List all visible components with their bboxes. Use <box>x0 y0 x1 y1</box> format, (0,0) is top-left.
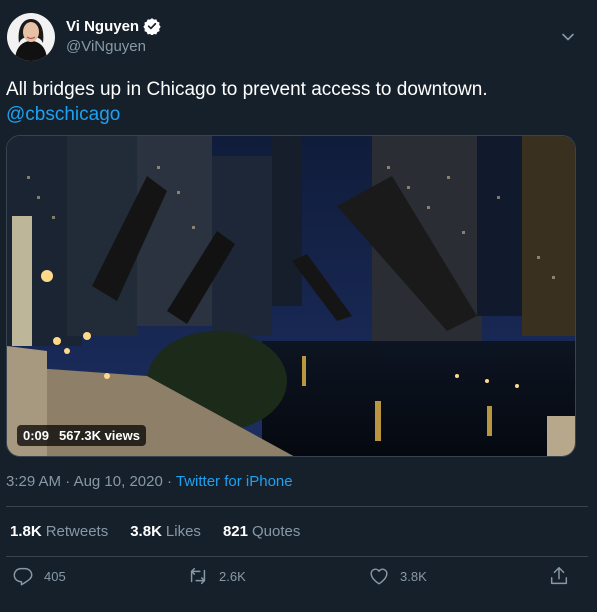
video-badge: 0:09 567.3K views <box>17 425 146 446</box>
author-handle[interactable]: @ViNguyen <box>66 38 146 55</box>
avatar[interactable] <box>7 13 55 61</box>
divider-bottom <box>6 556 588 557</box>
video-views: 567.3K views <box>59 428 140 443</box>
reply-count: 405 <box>44 568 66 584</box>
reply-icon <box>13 567 33 586</box>
share-icon <box>550 567 568 585</box>
tweet-text: All bridges up in Chicago to prevent acc… <box>6 79 488 100</box>
chevron-down-icon[interactable] <box>561 30 575 44</box>
video-frame <box>7 136 575 456</box>
verified-badge-icon <box>143 17 161 36</box>
like-button[interactable]: 3.8K <box>368 565 427 587</box>
author-name-text: Vi Nguyen <box>66 17 140 35</box>
tweet-date[interactable]: Aug 10, 2020 <box>74 473 163 490</box>
retweet-button[interactable]: 2.6K <box>187 565 246 587</box>
author-name[interactable]: Vi Nguyen <box>66 17 161 36</box>
heart-icon <box>370 568 388 585</box>
retweets-count: 1.8K <box>10 523 42 540</box>
meta-separator-2: · <box>162 473 176 490</box>
tweet-meta: 3:29 AM · Aug 10, 2020 · Twitter for iPh… <box>6 473 293 490</box>
tweet-actions: 405 2.6K 3.8K <box>0 565 597 597</box>
retweets-label: Retweets <box>45 523 109 540</box>
divider-top <box>6 506 588 507</box>
reply-button[interactable]: 405 <box>12 565 66 587</box>
retweets-stat[interactable]: 1.8K Retweets <box>10 523 108 540</box>
tweet-stats: 1.8K Retweets 3.8K Likes 821 Quotes <box>10 523 300 540</box>
likes-stat[interactable]: 3.8K Likes <box>130 523 201 540</box>
meta-separator: · <box>61 473 74 490</box>
quotes-stat[interactable]: 821 Quotes <box>223 523 300 540</box>
quotes-count: 821 <box>222 523 248 540</box>
mention-link[interactable]: @cbschicago <box>6 103 120 127</box>
video-duration: 0:09 <box>23 428 50 443</box>
video-player[interactable]: 0:09 567.3K views <box>6 135 576 457</box>
share-button[interactable] <box>548 565 570 587</box>
likes-label: Likes <box>165 523 201 540</box>
tweet-header: Vi Nguyen @ViNguyen <box>0 0 597 72</box>
like-count: 3.8K <box>400 568 427 584</box>
tweet-time[interactable]: 3:29 AM <box>6 473 61 490</box>
likes-count: 3.8K <box>130 523 162 540</box>
retweet-count: 2.6K <box>219 568 246 584</box>
quotes-label: Quotes <box>251 523 301 540</box>
retweet-icon <box>190 567 206 585</box>
tweet-source[interactable]: Twitter for iPhone <box>176 473 293 490</box>
